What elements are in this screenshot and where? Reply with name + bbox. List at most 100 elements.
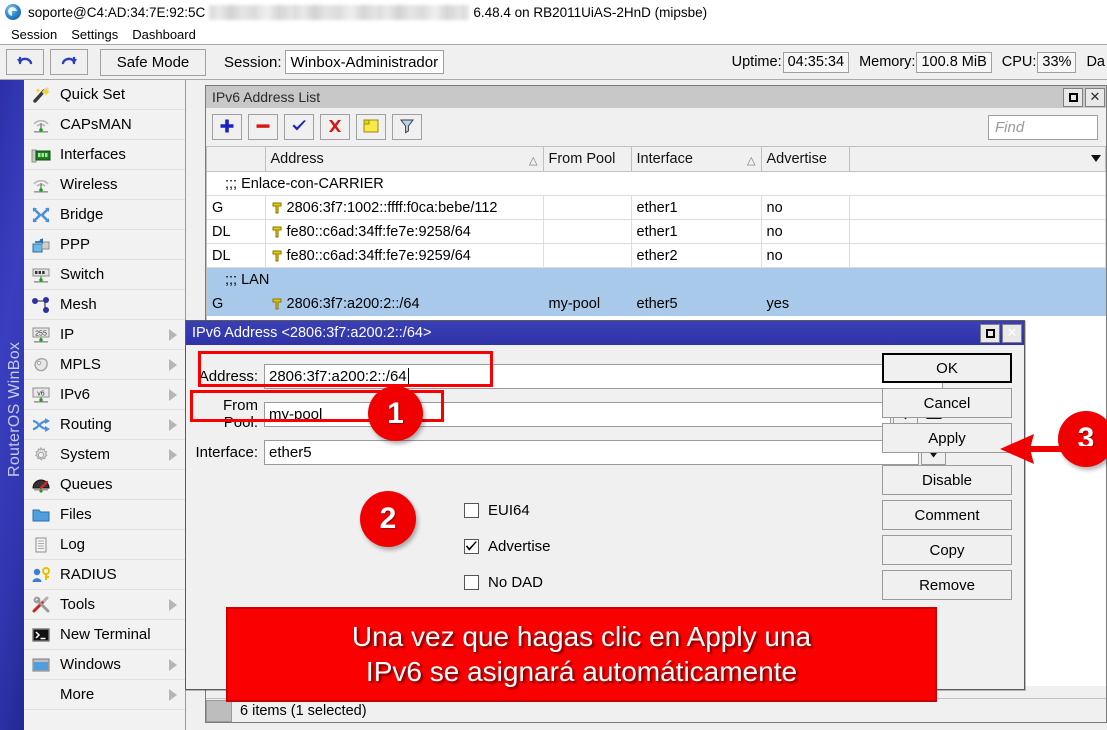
remove-button[interactable]	[248, 114, 278, 140]
column-header-from-pool[interactable]: From Pool	[543, 147, 631, 172]
close-icon[interactable]: ✕	[1085, 88, 1105, 107]
table-row[interactable]: DL fe80::c6ad:34ff:fe7e:9259/64 ether2 n…	[207, 244, 1106, 268]
sidebar-item-routing[interactable]: Routing	[24, 410, 185, 440]
add-button[interactable]	[212, 114, 242, 140]
advertise-checkbox[interactable]	[464, 539, 479, 554]
comment-button[interactable]	[356, 114, 386, 140]
column-header-advertise[interactable]: Advertise	[761, 147, 849, 172]
ipv6-address-list-title-bar: IPv6 Address List ✕	[206, 86, 1106, 108]
table-row[interactable]: G 2806:3f7:1002::ffff:f0ca:bebe/112 ethe…	[207, 196, 1106, 220]
sidebar-item-label: Interfaces	[60, 146, 126, 163]
menu-item-settings[interactable]: Settings	[64, 26, 125, 43]
table-row[interactable]: ;;; Enlace-con-CARRIER	[207, 172, 1106, 196]
step-1-marker: 1	[368, 386, 423, 441]
column-header-label: Address	[271, 151, 324, 167]
address-label: Address:	[186, 368, 264, 385]
window-title-bar: soporte@C4:AD:34:7E:92:5C 6.48.4 on RB20…	[0, 0, 1107, 24]
enable-button[interactable]	[284, 114, 314, 140]
sidebar-item-mpls[interactable]: MPLS	[24, 350, 185, 380]
find-input[interactable]: Find	[988, 115, 1098, 140]
sidebar-item-wireless[interactable]: Wireless	[24, 170, 185, 200]
remove-button[interactable]: Remove	[882, 570, 1012, 600]
sidebar-item-ppp[interactable]: PPP	[24, 230, 185, 260]
memory-value: 100.8 MiB	[916, 52, 991, 73]
disable-button[interactable]: Disable	[882, 465, 1012, 495]
sidebar-item-more[interactable]: More	[24, 680, 185, 710]
bridge-icon	[28, 204, 54, 226]
sort-ascending-icon: △	[529, 154, 537, 167]
sidebar-item-queues[interactable]: Queues	[24, 470, 185, 500]
chevron-right-icon	[169, 599, 177, 611]
from-pool-input[interactable]: my-pool	[264, 402, 891, 427]
dialog-window-controls: ✕	[978, 324, 1024, 343]
step-2-marker: 2	[360, 491, 416, 547]
filter-icon	[399, 118, 415, 137]
sidebar-item-log[interactable]: Log	[24, 530, 185, 560]
sidebar-item-ipv6[interactable]: v6 IPv6	[24, 380, 185, 410]
sidebar-item-system[interactable]: System	[24, 440, 185, 470]
svg-text:v6: v6	[37, 390, 45, 397]
sidebar-item-interfaces[interactable]: Interfaces	[24, 140, 185, 170]
window-icon	[28, 654, 54, 676]
sidebar-item-capsman[interactable]: CAPsMAN	[24, 110, 185, 140]
apply-button[interactable]: Apply	[882, 423, 1012, 453]
cell-from-pool	[543, 220, 631, 244]
apply-pointer-arrow	[1000, 432, 1095, 466]
sort-ascending-icon: △	[747, 154, 755, 167]
maximize-icon[interactable]	[980, 324, 1000, 343]
sidebar-item-tools[interactable]: Tools	[24, 590, 185, 620]
chevron-right-icon	[169, 329, 177, 341]
address-input[interactable]: 2806:3f7:a200:2::/64	[264, 364, 943, 389]
column-header-interface[interactable]: Interface △	[631, 147, 761, 172]
session-value-field[interactable]: Winbox-Administrador	[285, 50, 445, 74]
cancel-button[interactable]: Cancel	[882, 388, 1012, 418]
redo-button[interactable]	[50, 49, 88, 75]
remove-icon	[255, 118, 271, 137]
column-header-menu[interactable]	[849, 147, 1106, 172]
sidebar-item-mesh[interactable]: Mesh	[24, 290, 185, 320]
eui64-checkbox[interactable]	[464, 503, 479, 518]
table-row[interactable]: G 2806:3f7:a200:2::/64 my-pool ether5 ye…	[207, 292, 1106, 316]
chevron-right-icon	[169, 449, 177, 461]
table-row[interactable]: DL fe80::c6ad:34ff:fe7e:9258/64 ether1 n…	[207, 220, 1106, 244]
menu-item-session[interactable]: Session	[4, 26, 64, 43]
comment-icon	[362, 118, 380, 137]
filter-button[interactable]	[392, 114, 422, 140]
cell-interface: ether2	[631, 244, 761, 268]
ppp-icon	[28, 234, 54, 256]
comment-button[interactable]: Comment	[882, 500, 1012, 530]
routing-icon	[28, 414, 54, 436]
sidebar-item-bridge[interactable]: Bridge	[24, 200, 185, 230]
column-header-flags[interactable]	[207, 147, 265, 172]
table-row[interactable]: ;;; LAN	[207, 268, 1106, 292]
cell-from-pool: my-pool	[543, 292, 631, 316]
sidebar-item-switch[interactable]: Switch	[24, 260, 185, 290]
copy-button[interactable]: Copy	[882, 535, 1012, 565]
maximize-icon[interactable]	[1063, 88, 1083, 107]
row-comment: ;;; Enlace-con-CARRIER	[207, 172, 1106, 196]
sidebar-item-label: IP	[60, 326, 74, 343]
sidebar-item-label: Log	[60, 536, 85, 553]
sidebar-item-quick-set[interactable]: Quick Set	[24, 80, 185, 110]
disable-button[interactable]	[320, 114, 350, 140]
sidebar-item-windows[interactable]: Windows	[24, 650, 185, 680]
sidebar-item-files[interactable]: Files	[24, 500, 185, 530]
undo-button[interactable]	[6, 49, 44, 75]
menu-item-dashboard[interactable]: Dashboard	[125, 26, 203, 43]
safe-mode-button[interactable]: Safe Mode	[100, 49, 206, 76]
interface-input[interactable]: ether5	[264, 440, 919, 465]
log-icon	[28, 534, 54, 556]
switch-icon	[28, 264, 54, 286]
cell-interface: ether1	[631, 220, 761, 244]
window-title-label: IPv6 Address List	[212, 89, 320, 105]
close-icon[interactable]: ✕	[1002, 324, 1022, 343]
ok-button[interactable]: OK	[882, 353, 1012, 383]
terminal-icon	[28, 624, 54, 646]
no-dad-checkbox[interactable]	[464, 575, 479, 590]
sidebar-item-new-terminal[interactable]: New Terminal	[24, 620, 185, 650]
title-text-after: 6.48.4 on RB2011UiAS-2HnD (mipsbe)	[473, 5, 707, 20]
column-header-address[interactable]: Address △	[265, 147, 543, 172]
advertise-label: Advertise	[488, 538, 551, 555]
sidebar-item-ip[interactable]: 255 IP	[24, 320, 185, 350]
sidebar-item-radius[interactable]: RADIUS	[24, 560, 185, 590]
